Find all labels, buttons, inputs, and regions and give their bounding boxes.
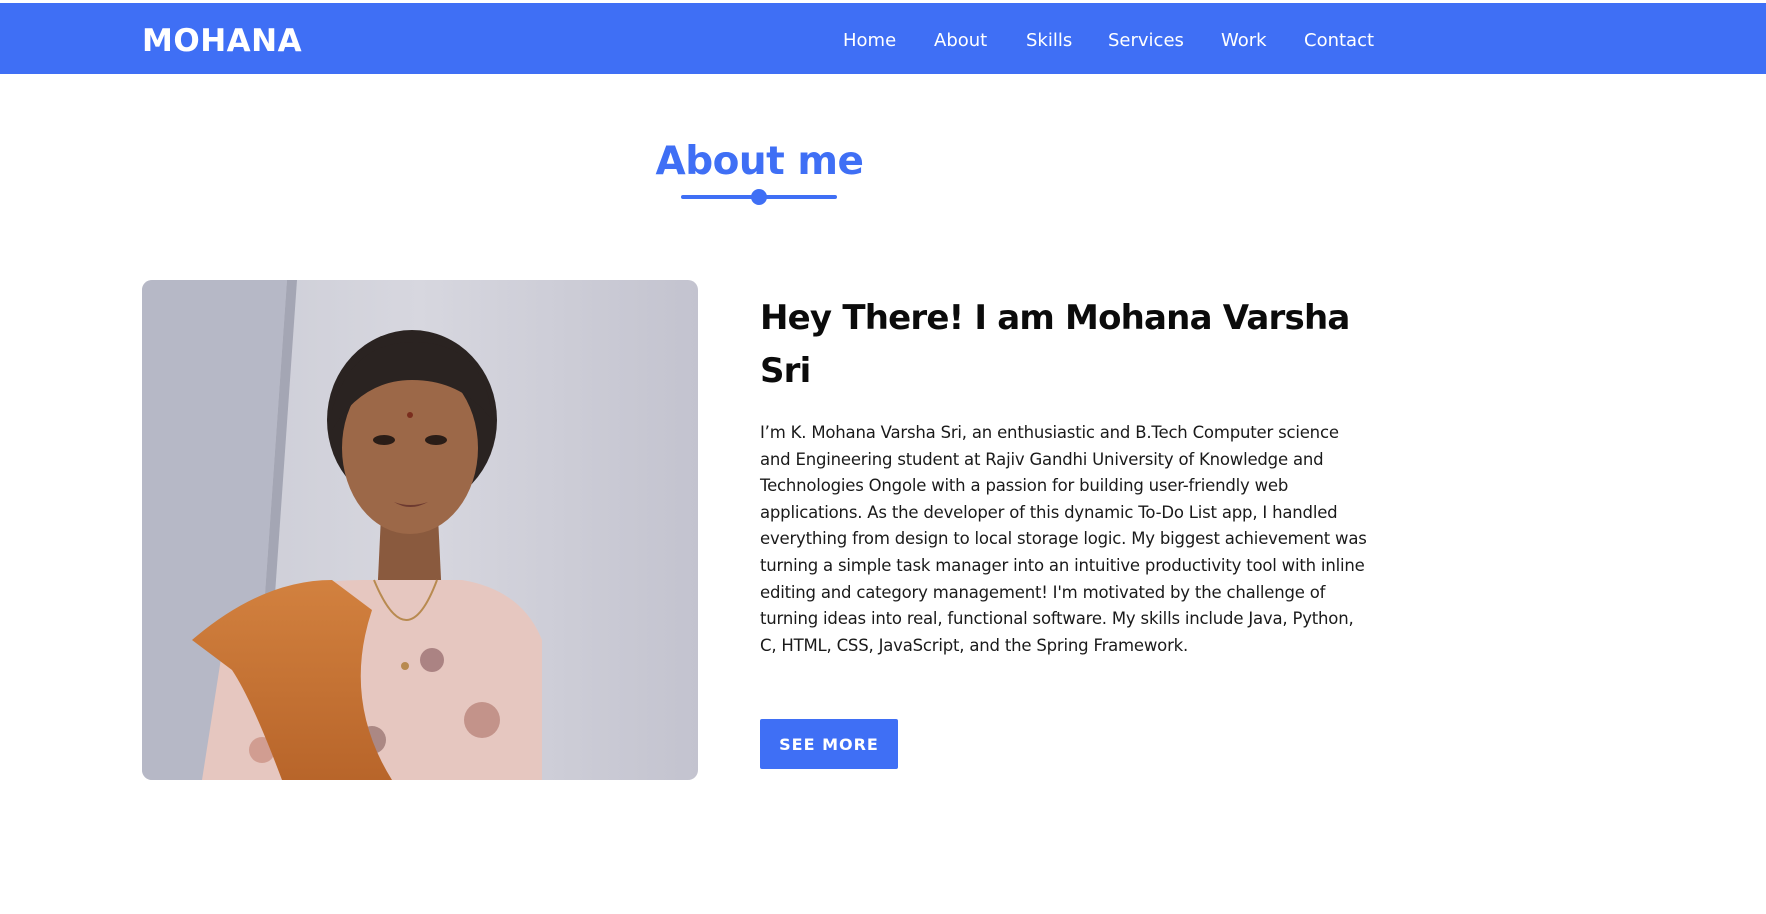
nav-link-about[interactable]: About [934, 28, 987, 54]
navbar: MOHANA Home About Skills Services Work C… [0, 3, 1766, 74]
nav-link-work[interactable]: Work [1221, 28, 1267, 54]
nav-menu: Home About Skills Services Work Contact [0, 28, 1766, 54]
nav-link-contact[interactable]: Contact [1304, 28, 1374, 54]
title-underline-dot [751, 189, 767, 205]
profile-photo [142, 280, 698, 780]
section-title: About me [655, 139, 864, 184]
about-heading: Hey There! I am Mohana Varsha Sri [760, 298, 1350, 391]
see-more-button[interactable]: SEE MORE [760, 719, 898, 769]
about-paragraph: I’m K. Mohana Varsha Sri, an enthusiasti… [760, 423, 1367, 655]
nav-link-services[interactable]: Services [1108, 28, 1184, 54]
nav-link-home[interactable]: Home [843, 28, 896, 54]
nav-link-skills[interactable]: Skills [1026, 28, 1072, 54]
